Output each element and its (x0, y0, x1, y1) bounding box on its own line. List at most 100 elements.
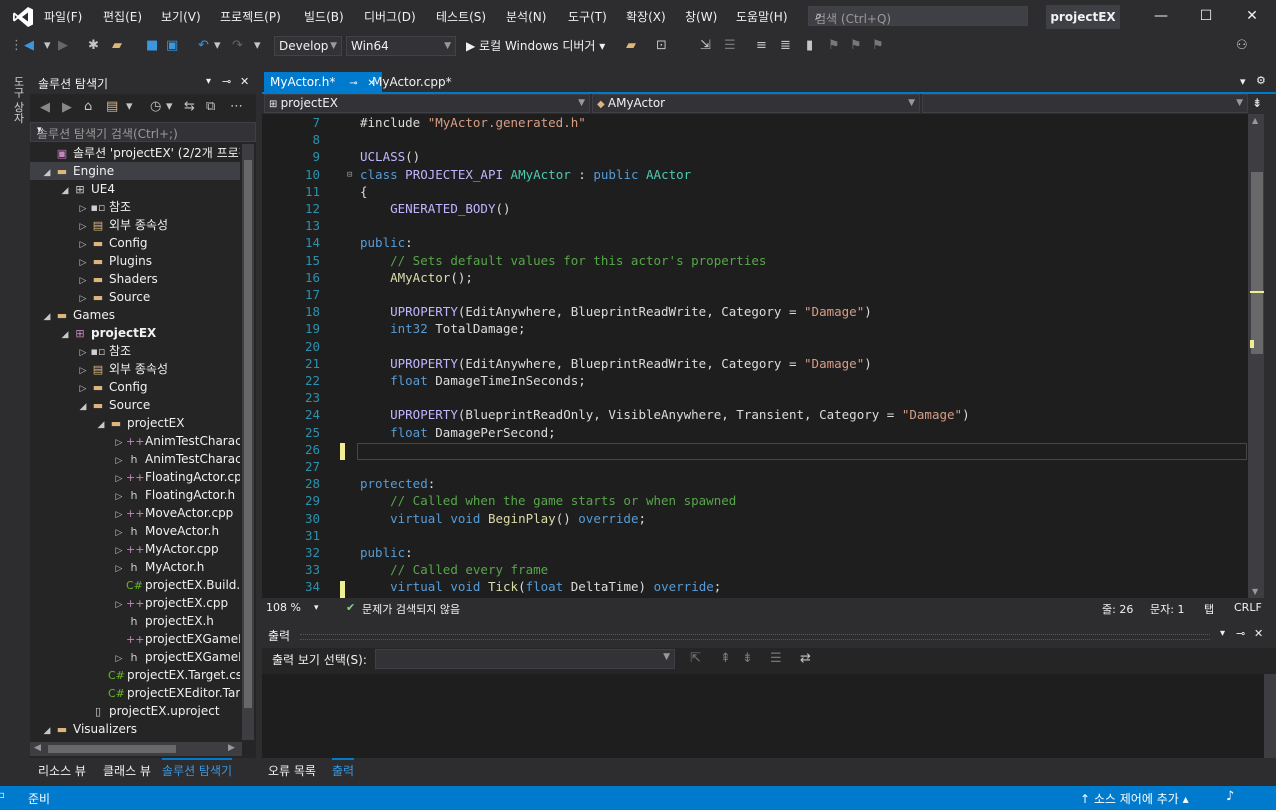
global-search-input[interactable]: 검색 (Ctrl+Q) ⌕ (808, 6, 1028, 26)
tree-item[interactable]: ▯ projectEX.uproject (30, 702, 240, 720)
tree-item[interactable]: ▷ ▬ Config (30, 378, 240, 396)
menu-item[interactable]: 보기(V) (161, 8, 201, 25)
tree-item[interactable]: C#projectEXEditor.Target.cs (30, 684, 240, 702)
word-wrap-icon[interactable]: ⇄ (800, 651, 811, 666)
breakpoint-list-icon[interactable]: ☰ (724, 38, 736, 53)
close-panel-icon[interactable]: ✕ (240, 75, 249, 88)
attach-process-icon[interactable]: ▰ (626, 38, 636, 53)
redo-dropdown-icon[interactable]: ▾ (254, 38, 261, 53)
se-forward-icon[interactable]: ▶ (62, 100, 72, 115)
code-line[interactable]: // Called when the game starts or when s… (360, 493, 736, 508)
output-source-select[interactable]: ▼ (375, 649, 675, 669)
browser-link-icon[interactable]: ⊡ (656, 38, 667, 53)
panel-dropdown-icon[interactable]: ▾ (1220, 628, 1225, 639)
tree-item[interactable]: ◢ ▬ projectEX (30, 414, 240, 432)
document-tabs-options-icon[interactable]: ▾ (1240, 75, 1246, 88)
uncomment-lines-icon[interactable]: ≣ (780, 38, 791, 53)
redo-icon[interactable]: ↷ (232, 38, 243, 53)
scope-nav-dropdown[interactable]: ◆ AMyActor ▼ (592, 94, 920, 113)
save-icon[interactable]: ■ (146, 38, 158, 53)
clear-bookmarks-icon[interactable]: ⚑ (872, 38, 884, 53)
code-line[interactable]: virtual void Tick(float DeltaTime) overr… (360, 579, 721, 594)
menu-item[interactable]: 편집(E) (103, 8, 142, 25)
sync-active-doc-icon[interactable]: ⇆ (184, 99, 195, 114)
scroll-right-icon[interactable]: ▶ (228, 743, 235, 753)
tree-item[interactable]: ▣ 솔루션 'projectEX' (2/2개 프로젝트) (30, 144, 240, 162)
output-scrollbar[interactable] (1264, 674, 1276, 758)
scroll-left-icon[interactable]: ◀ (34, 743, 41, 753)
code-line[interactable]: public: (360, 235, 413, 250)
switch-views-dropdown-icon[interactable]: ▾ (126, 99, 133, 114)
tree-item[interactable]: C# projectEX.Target.cs (30, 666, 240, 684)
prev-message-icon[interactable]: ⇞ (720, 651, 731, 666)
solution-configuration-select[interactable]: Develop ▼ (274, 36, 342, 56)
menu-item[interactable]: 도움말(H) (736, 8, 788, 25)
code-line[interactable]: UPROPERTY(EditAnywhere, BlueprintReadWri… (360, 304, 872, 319)
menu-item[interactable]: 테스트(S) (436, 8, 486, 25)
code-line[interactable]: UPROPERTY(BlueprintReadOnly, VisibleAnyw… (360, 407, 970, 422)
menu-item[interactable]: 프로젝트(P) (220, 8, 281, 25)
code-line[interactable]: float DamageTimeInSeconds; (360, 373, 586, 388)
tree-item[interactable]: C#projectEX.Build.cs (30, 576, 240, 594)
save-all-icon[interactable]: ▣ (166, 38, 178, 53)
tree-item[interactable]: ▷ h MyActor.h (30, 558, 240, 576)
tree-item[interactable]: ▷hAnimTestCharacter.h (30, 450, 240, 468)
hot-reload-icon[interactable]: ⇲ (700, 38, 711, 53)
minimize-button[interactable]: — (1151, 8, 1171, 24)
undo-icon[interactable]: ↶ (198, 38, 209, 53)
forward-icon[interactable]: ▶ (58, 38, 68, 53)
new-project-icon[interactable]: ✱ (88, 38, 99, 53)
next-bookmark-icon[interactable]: ⚑ (850, 38, 862, 53)
undo-dropdown-icon[interactable]: ▾ (214, 38, 221, 53)
panel-dropdown-icon[interactable]: ▾ (206, 76, 211, 87)
tree-item[interactable]: ▷ ++FloatingActor.cpp (30, 468, 240, 486)
solution-explorer-search-input[interactable]: 솔루션 탐색기 검색(Ctrl+;) ⌕ ▾ (30, 122, 256, 142)
zoom-level[interactable]: 108 % (266, 601, 301, 614)
menu-item[interactable]: 창(W) (685, 8, 717, 25)
tree-item[interactable]: ▷++AnimTestCharacter.cpp (30, 432, 240, 450)
start-debugging-button[interactable]: ▶ 로컬 Windows 디버거 ▾ (466, 37, 605, 54)
tree-item[interactable]: ◢ ⊞ projectEX (30, 324, 240, 342)
toolbox-tab[interactable]: 도구 상자 (10, 76, 26, 124)
pin-icon[interactable]: ⊸ (1236, 627, 1245, 640)
tree-item[interactable]: ▷ ++projectEX.cpp (30, 594, 240, 612)
menu-item[interactable]: 디버그(D) (364, 8, 416, 25)
tree-item[interactable]: ◢ ▬ Visualizers (30, 720, 240, 738)
menu-item[interactable]: 도구(T) (568, 8, 607, 25)
code-line[interactable]: UPROPERTY(EditAnywhere, BlueprintReadWri… (360, 356, 872, 371)
menu-item[interactable]: 분석(N) (506, 8, 546, 25)
back-dropdown-icon[interactable]: ▾ (44, 38, 51, 53)
tab-indicator[interactable]: 탭 (1204, 601, 1214, 617)
code-line[interactable]: // Called every frame (360, 562, 548, 577)
live-share-icon[interactable]: ⚇ (1236, 38, 1248, 53)
tree-item[interactable]: ▷ h FloatingActor.h (30, 486, 240, 504)
zoom-dropdown-icon[interactable]: ▾ (314, 603, 319, 613)
tree-item[interactable]: ▷ ▬ Shaders (30, 270, 240, 288)
tree-item[interactable]: ▷ ▤ 외부 종속성 (30, 216, 240, 234)
code-line[interactable]: #include "MyActor.generated.h" (360, 115, 586, 130)
code-line[interactable]: protected: (360, 476, 435, 491)
code-line[interactable]: int32 TotalDamage; (360, 321, 525, 336)
project-nav-dropdown[interactable]: ⊞ projectEX ▼ (264, 94, 590, 113)
code-line[interactable]: float DamagePerSecond; (360, 425, 556, 440)
tree-item[interactable]: ▷ ▬ Config (30, 234, 240, 252)
next-message-icon[interactable]: ⇟ (742, 651, 753, 666)
code-line[interactable]: { (360, 184, 368, 199)
tree-item[interactable]: ▷ ▬ Source (30, 288, 240, 306)
code-line[interactable]: virtual void BeginPlay() override; (360, 511, 646, 526)
tree-item[interactable]: ▷ ▬ Plugins (30, 252, 240, 270)
collapse-all-icon[interactable]: ⧉ (206, 99, 215, 114)
code-line[interactable]: // Sets default values for this actor's … (360, 253, 766, 268)
scrollbar-thumb[interactable] (48, 745, 176, 753)
bookmark-icon[interactable]: ▮ (806, 38, 813, 53)
search-icon[interactable]: ⌕ (815, 9, 1021, 24)
tree-item[interactable]: ▷hprojectEXGameModeBase.h (30, 648, 240, 666)
tab-myactor-cpp[interactable]: MyActor.cpp* (372, 72, 452, 92)
tab-error-list[interactable]: 오류 목록 (268, 762, 316, 779)
split-editor-icon[interactable]: ⇟ (1252, 96, 1262, 110)
tree-item[interactable]: ▷ ▪▫ 참조 (30, 342, 240, 360)
collapse-region-icon[interactable]: ⊟ (347, 170, 352, 180)
tab-output[interactable]: 출력 (332, 758, 355, 779)
back-icon[interactable]: ◀ (24, 38, 34, 53)
menu-item[interactable]: 빌드(B) (304, 8, 344, 25)
